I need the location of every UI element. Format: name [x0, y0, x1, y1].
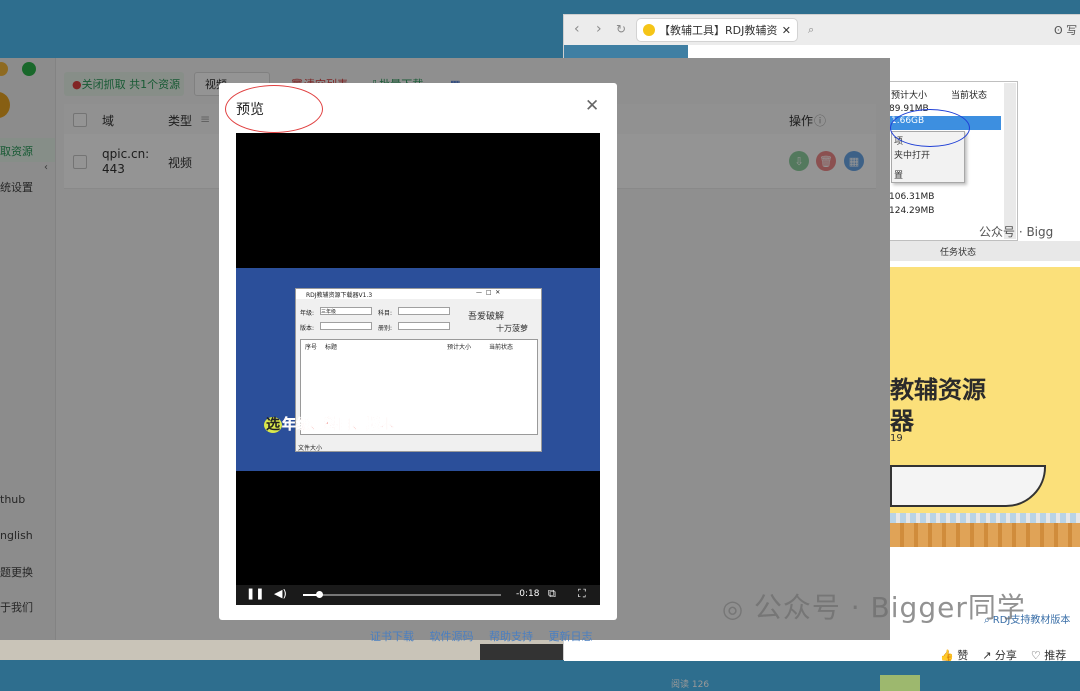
grade-value: 三年级 [321, 309, 337, 315]
read-count: 阅读 126 [671, 680, 710, 690]
edition-label: 版本: [300, 325, 315, 332]
status-label: 任务状态 [940, 248, 977, 258]
reload-icon[interactable]: ↻ [616, 22, 626, 36]
window-controls-icon: — □ ✕ [476, 289, 501, 296]
brand-logo-1: 吾爱破解 [468, 312, 505, 322]
article-thumbnail [880, 675, 920, 691]
mini-row: 106.31MB [889, 192, 935, 202]
video-app-title: RDJ教辅资源下载器V1.3 [306, 292, 373, 299]
forward-icon[interactable]: › [596, 21, 602, 37]
edition-select [320, 322, 372, 330]
seek-handle[interactable] [315, 591, 323, 598]
volume-label: 册别: [378, 325, 393, 332]
video-controls: ❚❚ ◀) -0:18 ⧉ ⛶ [236, 585, 600, 605]
wechat-icon: ◎ [722, 595, 744, 623]
profile-icon[interactable]: ʘ 写 [1054, 22, 1077, 38]
mini-row: 124.29MB [889, 206, 935, 216]
banner-subtitle: 19 [890, 433, 903, 444]
list-header: 当前状态 [489, 344, 514, 351]
tab-title: 【教辅工具】RDJ教辅资源下载 [659, 24, 778, 37]
brand-logo-2: 十万菠萝 [496, 324, 528, 333]
back-icon[interactable]: ‹ [574, 21, 580, 37]
like-label: 赞 [957, 649, 969, 662]
browser-tab[interactable]: 【教辅工具】RDJ教辅资源下载 ✕ [636, 18, 798, 42]
grade-label: 年级: [300, 310, 315, 317]
watermark: ◎ 公众号 · Bigger同学 [722, 586, 1026, 626]
article-actions: 👍 赞 ↗ 分享 ♡ 推荐 [940, 647, 1066, 663]
footer-links: 证书下载 软件源码 帮助支持 更新日志 [370, 628, 605, 644]
watermark-small: 公众号 · Bigg [979, 225, 1054, 239]
like-button[interactable]: 👍 赞 [940, 649, 968, 662]
browser-toolbar: ‹ › ↻ 【教辅工具】RDJ教辅资源下载 ✕ ⌕ ʘ 写 [564, 15, 1080, 46]
pause-icon[interactable]: ❚❚ [246, 587, 264, 600]
mini-header-status: 当前状态 [951, 91, 988, 101]
list-header: 序号 [305, 344, 318, 351]
subject-select [398, 307, 450, 315]
recommend-button[interactable]: ♡ 推荐 [1031, 649, 1066, 662]
subject-label: 科目: [378, 310, 393, 317]
video-frame: RDJ教辅资源下载器V1.3 — □ ✕ 年级: 三年级 科目: 版本: 册别:… [236, 268, 600, 471]
preview-modal: 预览 ✕ RDJ教辅资源下载器V1.3 — □ ✕ 年级: 三年级 科目: 版本… [219, 83, 617, 620]
video-player[interactable]: RDJ教辅资源下载器V1.3 — □ ✕ 年级: 三年级 科目: 版本: 册别:… [236, 133, 600, 605]
list-header: 预计大小 [447, 344, 472, 351]
pip-icon[interactable]: ⧉ [548, 587, 556, 601]
seek-bar[interactable] [303, 591, 501, 598]
video-caption: 选年级、科目、版本 [264, 414, 394, 434]
emoji-icon [643, 24, 655, 36]
footer-link-changelog[interactable]: 更新日志 [549, 630, 593, 643]
caption-text: 年级、科目、版本 [282, 417, 395, 434]
size-label: 文件大小 [298, 445, 323, 452]
watermark-text: 公众号 · Bigger同学 [753, 591, 1026, 624]
volume-icon[interactable]: ◀) [274, 587, 287, 600]
volume-select [398, 322, 450, 330]
ground-illustration [890, 523, 1080, 547]
footer-link-cert[interactable]: 证书下载 [370, 630, 414, 643]
tab-close-icon[interactable]: ✕ [782, 24, 791, 37]
mini-header-size: 预计大小 [891, 91, 928, 101]
banner-title-2: 器 [890, 407, 914, 435]
close-icon[interactable]: ✕ [585, 96, 599, 116]
footer-link-help[interactable]: 帮助支持 [489, 630, 533, 643]
search-icon[interactable]: ⌕ [808, 23, 814, 37]
banner-title: 教辅资源 [890, 376, 986, 404]
rails-illustration [890, 513, 1080, 523]
fullscreen-icon[interactable]: ⛶ [578, 587, 586, 601]
time-remaining: -0:18 [516, 589, 540, 599]
caption-badge: 选 [264, 417, 282, 433]
footer-link-source[interactable]: 软件源码 [430, 630, 474, 643]
share-button[interactable]: ↗ 分享 [982, 649, 1017, 662]
grade-select: 三年级 [320, 307, 372, 315]
modal-title: 预览 [236, 102, 264, 118]
context-item: 夹中打开 [894, 151, 931, 161]
recommend-label: 推荐 [1044, 649, 1067, 662]
list-header: 标题 [325, 344, 338, 351]
train-illustration [890, 465, 1046, 507]
context-item: 置 [894, 171, 904, 181]
mini-scrollbar [1004, 83, 1016, 239]
annotation-circle [890, 109, 970, 147]
share-label: 分享 [994, 649, 1017, 662]
